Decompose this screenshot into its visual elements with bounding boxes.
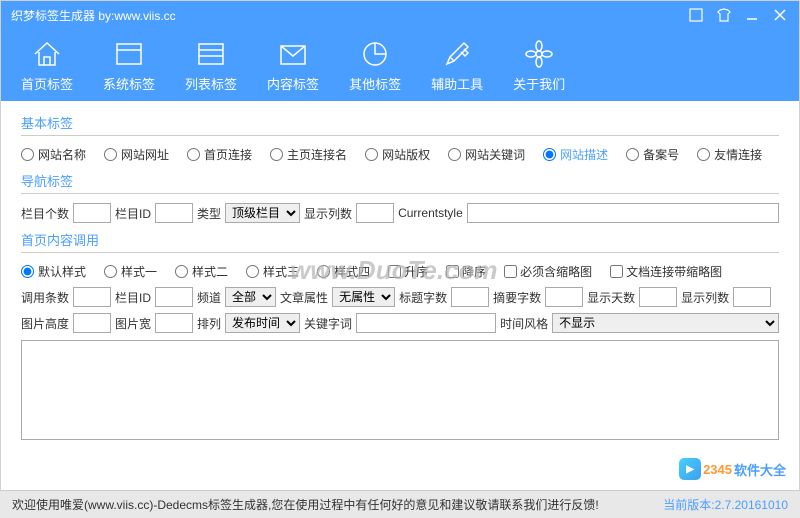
minimize-icon[interactable] bbox=[743, 6, 761, 24]
section-basic-title: 基本标签 bbox=[21, 113, 779, 136]
radio-homelink[interactable]: 首页连接 bbox=[187, 146, 252, 163]
home-row1: 调用条数 栏目ID 频道全部 文章属性无属性 标题字数 摘要字数 显示天数 显示… bbox=[21, 284, 779, 310]
window-title: 织梦标签生成器 by:www.viis.cc bbox=[11, 7, 176, 24]
navid-input[interactable] bbox=[155, 203, 193, 223]
window-icon bbox=[113, 38, 145, 70]
nav-list-tags[interactable]: 列表标签 bbox=[185, 38, 237, 93]
logo-icon: ▶ bbox=[679, 458, 701, 480]
keyword-input[interactable] bbox=[356, 313, 496, 333]
nav-content-tags[interactable]: 内容标签 bbox=[267, 38, 319, 93]
home-row2: 图片高度 图片宽 排列发布时间 关键字词 时间风格不显示 bbox=[21, 310, 779, 336]
nav-label: 内容标签 bbox=[267, 74, 319, 93]
output-textarea[interactable] bbox=[21, 340, 779, 440]
logo-badge: ▶ 2345软件大全 bbox=[679, 458, 786, 480]
nav-other-tags[interactable]: 其他标签 bbox=[349, 38, 401, 93]
colid-input[interactable] bbox=[155, 287, 193, 307]
radio-friendlink[interactable]: 友情连接 bbox=[697, 146, 762, 163]
footer-message: 欢迎使用唯爱(www.viis.cc)-Dedecms标签生成器,您在使用过程中… bbox=[12, 496, 599, 513]
channel-select[interactable]: 全部 bbox=[225, 287, 276, 307]
navtype-select[interactable]: 顶级栏目 bbox=[225, 203, 300, 223]
desclen-input[interactable] bbox=[545, 287, 583, 307]
nav-label: 系统标签 bbox=[103, 74, 155, 93]
radio-sitename[interactable]: 网站名称 bbox=[21, 146, 86, 163]
envelope-icon bbox=[277, 38, 309, 70]
navcols-label: 显示列数 bbox=[304, 205, 352, 222]
footer: 欢迎使用唯爱(www.viis.cc)-Dedecms标签生成器,您在使用过程中… bbox=[0, 490, 800, 518]
nav-tools[interactable]: 辅助工具 bbox=[431, 38, 483, 93]
nav-label: 关于我们 bbox=[513, 74, 565, 93]
radio-beian[interactable]: 备案号 bbox=[626, 146, 679, 163]
section-home-title: 首页内容调用 bbox=[21, 230, 779, 253]
check-thumb[interactable]: 必须含缩略图 bbox=[504, 263, 592, 280]
piechart-icon bbox=[359, 38, 391, 70]
check-asc[interactable]: 升序 bbox=[388, 263, 428, 280]
navcount-label: 栏目个数 bbox=[21, 205, 69, 222]
radio-homelinkname[interactable]: 主页连接名 bbox=[270, 146, 347, 163]
nav-about[interactable]: 关于我们 bbox=[513, 38, 565, 93]
navcols-input[interactable] bbox=[356, 203, 394, 223]
radio-description[interactable]: 网站描述 bbox=[543, 146, 608, 163]
attr-select[interactable]: 无属性 bbox=[332, 287, 395, 307]
radio-style4[interactable]: 样式四 bbox=[317, 263, 370, 280]
footer-version: 当前版本:2.7.20161010 bbox=[663, 496, 788, 513]
flower-icon bbox=[523, 38, 555, 70]
home-style-row: 默认样式 样式一 样式二 样式三 样式四 升序 降序 必须含缩略图 文档连接带缩… bbox=[21, 259, 779, 284]
imgh-input[interactable] bbox=[73, 313, 111, 333]
radio-style-default[interactable]: 默认样式 bbox=[21, 263, 86, 280]
days-input[interactable] bbox=[639, 287, 677, 307]
radio-style3[interactable]: 样式三 bbox=[246, 263, 299, 280]
navtype-label: 类型 bbox=[197, 205, 221, 222]
skin-icon[interactable] bbox=[715, 6, 733, 24]
nav-label: 辅助工具 bbox=[431, 74, 483, 93]
count-input[interactable] bbox=[73, 287, 111, 307]
nav-label: 其他标签 bbox=[349, 74, 401, 93]
radio-copyright[interactable]: 网站版权 bbox=[365, 146, 430, 163]
window-controls bbox=[687, 6, 789, 24]
radio-siteurl[interactable]: 网站网址 bbox=[104, 146, 169, 163]
section-nav-title: 导航标签 bbox=[21, 171, 779, 194]
basic-radio-group: 网站名称 网站网址 首页连接 主页连接名 网站版权 网站关键词 网站描述 备案号… bbox=[21, 142, 779, 167]
radio-style2[interactable]: 样式二 bbox=[175, 263, 228, 280]
navid-label: 栏目ID bbox=[115, 205, 151, 222]
nav-system-tags[interactable]: 系统标签 bbox=[103, 38, 155, 93]
titlebar: 织梦标签生成器 by:www.viis.cc bbox=[1, 1, 799, 29]
radio-keywords[interactable]: 网站关键词 bbox=[448, 146, 525, 163]
check-desc[interactable]: 降序 bbox=[446, 263, 486, 280]
check-linkthumb[interactable]: 文档连接带缩略图 bbox=[610, 263, 722, 280]
navbar: 首页标签 系统标签 列表标签 内容标签 其他标签 辅助工具 关于我们 bbox=[1, 29, 799, 101]
radio-style1[interactable]: 样式一 bbox=[104, 263, 157, 280]
home-icon bbox=[31, 38, 63, 70]
timefmt-select[interactable]: 不显示 bbox=[552, 313, 779, 333]
cols-input[interactable] bbox=[733, 287, 771, 307]
nav-form-row: 栏目个数 栏目ID 类型 顶级栏目 显示列数 Currentstyle bbox=[21, 200, 779, 226]
imgw-input[interactable] bbox=[155, 313, 193, 333]
sort-select[interactable]: 发布时间 bbox=[225, 313, 300, 333]
nav-label: 首页标签 bbox=[21, 74, 73, 93]
list-icon bbox=[195, 38, 227, 70]
currentstyle-input[interactable] bbox=[467, 203, 779, 223]
tools-icon bbox=[441, 38, 473, 70]
settings-icon[interactable] bbox=[687, 6, 705, 24]
titlelen-input[interactable] bbox=[451, 287, 489, 307]
nav-home-tags[interactable]: 首页标签 bbox=[21, 38, 73, 93]
currentstyle-label: Currentstyle bbox=[398, 206, 463, 220]
content-area: 基本标签 网站名称 网站网址 首页连接 主页连接名 网站版权 网站关键词 网站描… bbox=[1, 101, 799, 451]
close-icon[interactable] bbox=[771, 6, 789, 24]
nav-label: 列表标签 bbox=[185, 74, 237, 93]
navcount-input[interactable] bbox=[73, 203, 111, 223]
